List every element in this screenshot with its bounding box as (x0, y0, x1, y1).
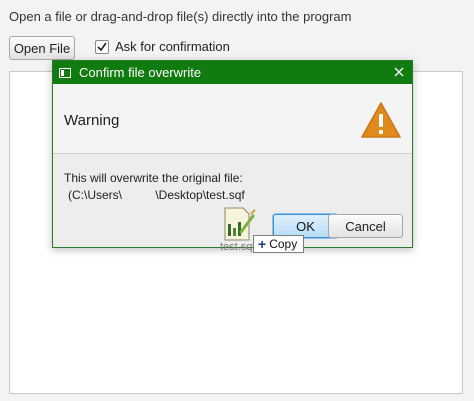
checkbox-box[interactable] (95, 39, 109, 54)
dialog-title-bar[interactable]: Confirm file overwrite (53, 61, 412, 84)
ok-label: OK (296, 218, 315, 234)
cancel-label: Cancel (345, 218, 386, 234)
path-suffix: \Desktop\test.sqf (155, 188, 245, 202)
warning-icon (359, 100, 403, 140)
open-file-button[interactable]: Open File (9, 36, 75, 60)
cancel-button[interactable]: Cancel (328, 214, 403, 238)
dialog-content-line1: This will overwrite the original file: (64, 171, 243, 185)
checkmark-icon (96, 41, 108, 53)
open-file-label: Open File (13, 40, 71, 56)
copy-label: Copy (269, 237, 298, 251)
dialog-header: Warning (53, 84, 412, 154)
instructions-text: Open a file or drag-and-drop file(s) dir… (9, 9, 352, 24)
close-icon[interactable] (392, 65, 406, 79)
copy-drop-tooltip: + Copy (253, 235, 305, 253)
dialog-title: Confirm file overwrite (79, 65, 202, 80)
app-window-icon (59, 67, 71, 78)
path-prefix: (C:\Users\ (68, 188, 122, 202)
dialog-content-path: (C:\Users\ \Desktop\test.sqf (68, 188, 245, 202)
ask-confirmation-checkbox[interactable]: Ask for confirmation (95, 39, 230, 54)
sqf-file-icon (223, 206, 257, 242)
dialog-header-text: Warning (64, 112, 120, 129)
ask-confirmation-label: Ask for confirmation (115, 39, 230, 54)
plus-icon: + (258, 236, 267, 252)
